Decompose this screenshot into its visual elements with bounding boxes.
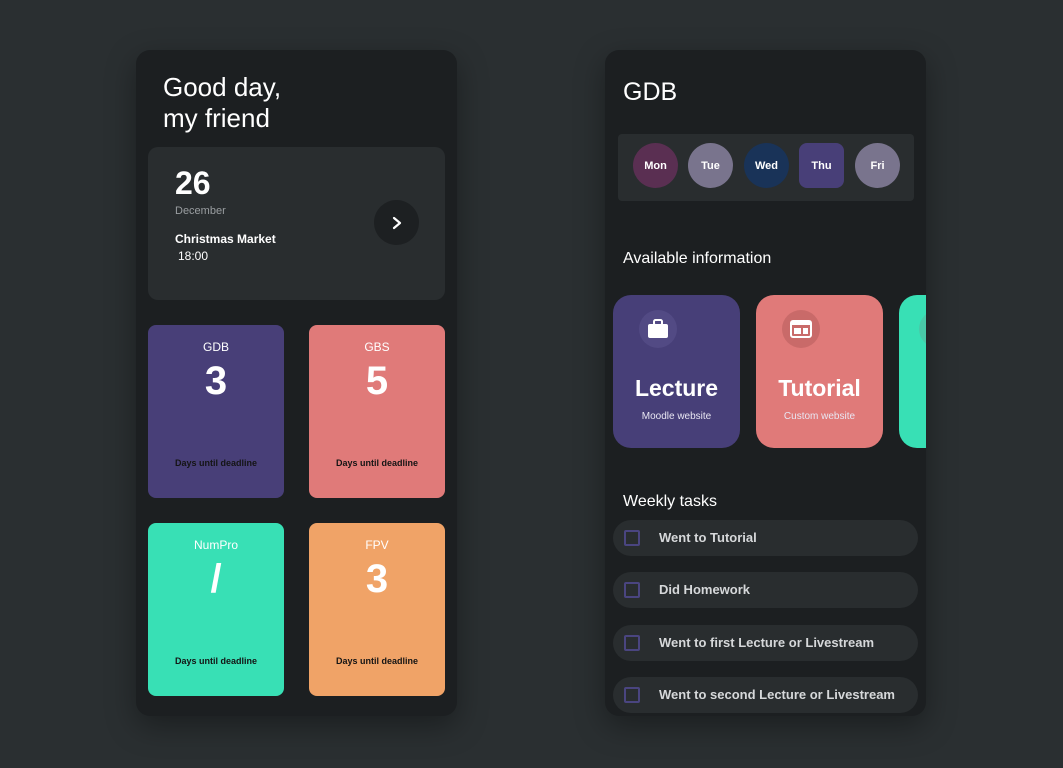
deadline-days: 3 [204, 359, 228, 403]
task-row[interactable]: Went to first Lecture or Livestream [613, 625, 918, 661]
info-card-lecture[interactable]: Lecture Moodle website [613, 295, 740, 448]
deadline-days: / [210, 557, 222, 601]
weekday-selector: Mon Tue Wed Thu Fri [618, 134, 914, 201]
task-row[interactable]: Did Homework [613, 572, 918, 608]
course-screen: GDB Mon Tue Wed Thu Fri Available inform… [605, 50, 926, 716]
task-row[interactable]: Went to Tutorial [613, 520, 918, 556]
event-time: 18:00 [178, 249, 209, 263]
info-heading: Available information [623, 250, 772, 267]
info-card-partial[interactable] [899, 295, 926, 448]
deadline-course: FPV [365, 538, 389, 552]
deadline-course: NumPro [193, 538, 238, 552]
info-card-tutorial[interactable]: Tutorial Custom website [756, 295, 883, 448]
info-card-subtitle: Moodle website [641, 411, 712, 422]
task-label: Did Homework [659, 582, 751, 597]
task-label: Went to first Lecture or Livestream [659, 635, 875, 650]
info-card-title: Tutorial [778, 375, 861, 401]
task-checkbox[interactable] [624, 582, 640, 598]
tasks-heading: Weekly tasks [623, 493, 717, 510]
deadline-days: 3 [365, 557, 389, 601]
day-tue[interactable]: Tue [688, 143, 733, 188]
task-label: Went to Tutorial [659, 530, 757, 545]
day-fri[interactable]: Fri [855, 143, 900, 188]
info-card-icon [919, 310, 926, 348]
briefcase-icon [639, 310, 677, 348]
day-thu[interactable]: Thu [799, 143, 844, 188]
task-checkbox[interactable] [624, 687, 640, 703]
task-checkbox[interactable] [624, 530, 640, 546]
event-day: 26 [175, 165, 211, 201]
course-title: GDB [623, 78, 678, 106]
deadline-caption: Days until deadline [174, 458, 258, 468]
task-label: Went to second Lecture or Livestream [659, 687, 895, 702]
greeting-line-1: Good day, [163, 72, 282, 102]
task-row[interactable]: Went to second Lecture or Livestream [613, 677, 918, 713]
deadline-card-gbs[interactable]: GBS 5 Days until deadline [309, 325, 445, 498]
web-window-icon [782, 310, 820, 348]
info-card-subtitle: Custom website [783, 411, 856, 422]
deadline-caption: Days until deadline [335, 458, 419, 468]
day-mon[interactable]: Mon [633, 143, 678, 188]
task-checkbox[interactable] [624, 635, 640, 651]
greeting: Good day, my friend [163, 72, 281, 134]
event-next-button[interactable] [374, 200, 419, 245]
deadline-card-gdb[interactable]: GDB 3 Days until deadline [148, 325, 284, 498]
home-screen: Good day, my friend 26 December Christma… [136, 50, 457, 716]
deadline-caption: Days until deadline [335, 656, 419, 666]
deadline-caption: Days until deadline [174, 656, 258, 666]
deadline-card-fpv[interactable]: FPV 3 Days until deadline [309, 523, 445, 696]
deadline-days: 5 [365, 359, 389, 403]
upcoming-event-card: 26 December Christmas Market 18:00 [148, 147, 445, 300]
greeting-line-2: my friend [163, 103, 270, 133]
deadline-course: GBS [364, 340, 390, 354]
event-month: December [175, 205, 226, 217]
event-title: Christmas Market [175, 232, 276, 246]
deadline-course: GDB [202, 340, 229, 354]
info-card-title: Lecture [634, 375, 719, 401]
day-wed[interactable]: Wed [744, 143, 789, 188]
chevron-right-icon [392, 216, 401, 229]
deadline-card-numpro[interactable]: NumPro / Days until deadline [148, 523, 284, 696]
